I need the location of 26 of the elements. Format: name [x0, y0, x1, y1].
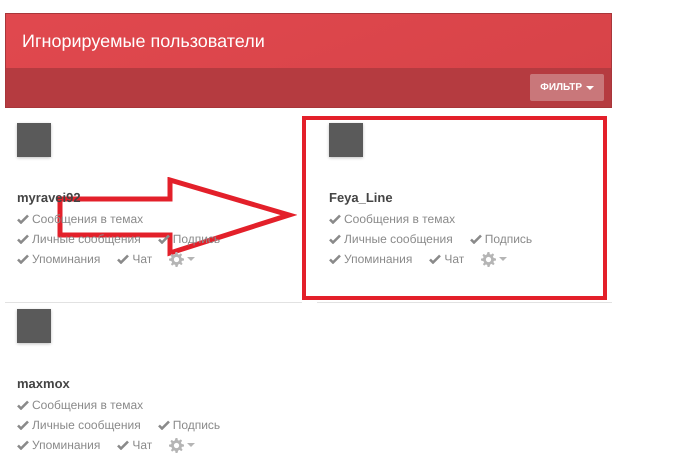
settings-icon: [481, 252, 496, 266]
permission-label: Личные сообщения: [344, 232, 453, 246]
permission-label: Чат: [132, 438, 152, 452]
settings-dropdown[interactable]: [169, 252, 196, 266]
permission-label: Чат: [444, 252, 464, 266]
permission-label: Упоминания: [32, 252, 100, 266]
permission-label: Упоминания: [344, 252, 412, 266]
permission-label: Чат: [132, 252, 152, 266]
username-link[interactable]: Feya_Line: [329, 190, 393, 205]
caret-icon: [586, 86, 594, 90]
caret-icon: [499, 257, 508, 261]
settings-icon: [169, 252, 184, 266]
settings-icon: [169, 438, 184, 452]
caret-icon: [187, 443, 196, 447]
permission-label: Сообщения в темах: [344, 212, 456, 226]
permission-label: Подпись: [484, 232, 532, 246]
settings-dropdown[interactable]: [169, 438, 196, 452]
settings-dropdown[interactable]: [481, 252, 508, 266]
username-link[interactable]: myravei92: [17, 190, 81, 205]
permission-label: Упоминания: [32, 438, 100, 452]
permission-label: Сообщения в темах: [32, 398, 144, 412]
username-link[interactable]: maxmox: [17, 376, 70, 391]
caret-icon: [187, 257, 196, 261]
page-title: Игнорируемые пользователи: [22, 30, 265, 52]
permission-label: Личные сообщения: [32, 418, 141, 432]
permission-label: Подпись: [172, 418, 220, 432]
